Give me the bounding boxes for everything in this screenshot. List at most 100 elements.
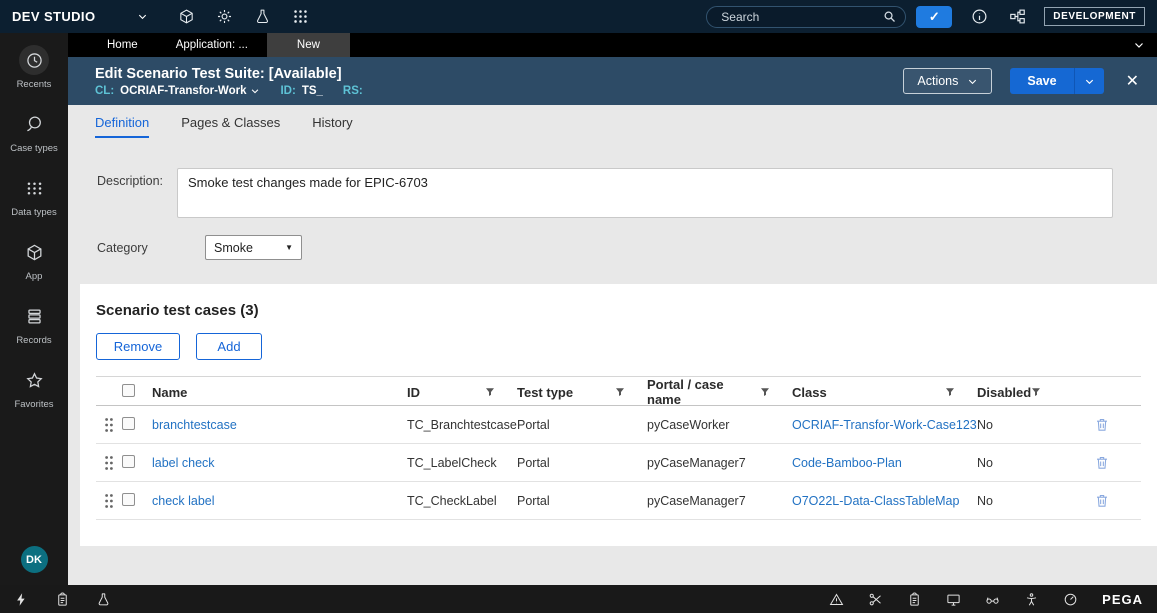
app-title: DEV STUDIO	[12, 9, 96, 24]
rule-header: Edit Scenario Test Suite: [Available] CL…	[68, 57, 1157, 105]
row-checkbox[interactable]	[122, 492, 135, 506]
drag-handle-icon[interactable]	[96, 417, 122, 433]
sidebar-item-favorites[interactable]: Favorites	[0, 365, 68, 410]
delete-row-icon[interactable]	[1063, 492, 1141, 509]
check-icon: ✓	[928, 8, 940, 24]
search-input[interactable]	[706, 5, 907, 28]
clock-icon	[19, 45, 49, 75]
sidebar-item-data-types[interactable]: Data types	[0, 173, 68, 218]
sidebar-item-records[interactable]: Records	[0, 301, 68, 346]
app-menu-button[interactable]: DEV STUDIO	[12, 9, 148, 24]
live-ui-icon[interactable]	[946, 592, 961, 607]
dots-grid-icon	[19, 173, 49, 203]
close-icon[interactable]: ✕	[1122, 71, 1143, 91]
filter-icon[interactable]	[1031, 387, 1041, 397]
apps-grid-icon[interactable]	[286, 5, 314, 29]
delete-row-icon[interactable]	[1063, 454, 1141, 471]
cube-icon	[19, 237, 49, 267]
info-icon[interactable]	[968, 6, 990, 28]
filter-icon[interactable]	[760, 387, 770, 397]
add-button[interactable]: Add	[196, 333, 262, 360]
filter-icon[interactable]	[485, 387, 495, 397]
resources-cube-icon[interactable]	[172, 5, 200, 29]
save-split-button: Save	[1010, 68, 1104, 94]
accessibility-icon[interactable]	[1024, 592, 1039, 607]
rule-body: Description: Smoke test changes made for…	[68, 138, 1157, 585]
drag-handle-icon[interactable]	[96, 493, 122, 509]
row-checkbox[interactable]	[122, 416, 135, 430]
cl-value: OCRIAF-Transfor-Work	[120, 84, 247, 97]
test-case-class-link[interactable]: OCRIAF-Transfor-Work-Case123	[792, 418, 977, 432]
row-checkbox[interactable]	[122, 454, 135, 468]
chevron-down-icon	[969, 79, 977, 84]
lightning-icon[interactable]	[14, 592, 29, 607]
category-label: Category	[97, 241, 148, 255]
chevron-down-icon: ▼	[285, 243, 293, 252]
test-case-class-link[interactable]: O7O22L-Data-ClassTableMap	[792, 494, 977, 508]
filter-icon[interactable]	[615, 387, 625, 397]
drag-handle-icon[interactable]	[96, 455, 122, 471]
table-header-row: Name ID Test type Portal / case name Cla…	[96, 376, 1141, 407]
alerts-warning-icon[interactable]	[829, 592, 844, 607]
lab-flask-icon[interactable]	[96, 592, 111, 607]
test-case-disabled: No	[977, 455, 993, 470]
description-label: Description:	[97, 174, 163, 188]
rule-meta: CL: OCRIAF-Transfor-Work ID: TS_ RS:	[95, 85, 363, 97]
developer-toolbar: PEGA	[0, 585, 1157, 613]
save-dropdown-chevron-icon[interactable]	[1074, 68, 1104, 94]
test-case-name-link[interactable]: branchtestcase	[152, 418, 407, 432]
test-case-class-link[interactable]: Code-Bamboo-Plan	[792, 456, 977, 470]
settings-gear-icon[interactable]	[210, 5, 238, 29]
test-case-id: TC_CheckLabel	[407, 493, 497, 508]
save-button[interactable]: Save	[1010, 68, 1075, 94]
test-case-portal: pyCaseManager7	[647, 493, 746, 508]
id-label: ID:	[280, 84, 296, 97]
chevron-down-icon	[252, 88, 259, 93]
test-case-name-link[interactable]: label check	[152, 456, 407, 470]
actions-button[interactable]: Actions	[903, 68, 993, 94]
class-selector[interactable]: OCRIAF-Transfor-Work	[120, 85, 260, 97]
tab-home[interactable]: Home	[88, 33, 157, 57]
tab-new[interactable]: New	[266, 33, 350, 57]
col-test-type: Test type	[517, 384, 574, 400]
search-icon[interactable]	[882, 9, 897, 24]
tab-definition[interactable]: Definition	[95, 115, 150, 138]
sidebar-item-label: Favorites	[14, 399, 54, 410]
tracer-scissors-icon[interactable]	[868, 592, 883, 607]
sidebar-item-recents[interactable]: Recents	[0, 45, 68, 90]
definition-form: Description: Smoke test changes made for…	[68, 138, 1157, 260]
section-title: Scenario test cases (3)	[96, 302, 259, 319]
clipboard-tool-icon[interactable]	[907, 591, 922, 607]
dev-studio-screen: DEV STUDIO ✓	[0, 0, 1157, 613]
remove-button[interactable]: Remove	[96, 333, 180, 360]
checkmark-button[interactable]: ✓	[916, 5, 953, 28]
table-row: label check TC_LabelCheck Portal pyCaseM…	[96, 444, 1141, 482]
cl-label: CL:	[95, 84, 115, 97]
sidebar-item-app[interactable]: App	[0, 237, 68, 282]
test-case-name-link[interactable]: check label	[152, 494, 407, 508]
lab-flask-icon[interactable]	[248, 5, 276, 29]
tab-application[interactable]: Application: ...	[157, 33, 267, 57]
select-all-checkbox[interactable]	[122, 384, 135, 397]
col-disabled: Disabled	[977, 384, 1032, 400]
description-input[interactable]: Smoke test changes made for EPIC-6703	[177, 168, 1113, 218]
performance-gauge-icon[interactable]	[1063, 592, 1078, 607]
star-icon	[19, 365, 49, 395]
preview-glasses-icon[interactable]	[985, 592, 1000, 607]
tab-overflow-chevron-icon[interactable]	[1133, 33, 1145, 57]
sidebar-item-label: Data types	[11, 207, 57, 218]
filter-icon[interactable]	[945, 387, 955, 397]
sidebar-item-case-types[interactable]: Case types	[0, 109, 68, 154]
user-avatar[interactable]: DK	[20, 546, 48, 573]
category-value: Smoke	[214, 240, 253, 255]
clipboard-icon[interactable]	[55, 591, 70, 607]
tab-pages-classes[interactable]: Pages & Classes	[181, 115, 280, 138]
stack-icon	[19, 301, 49, 331]
topbar-icons	[172, 5, 314, 29]
category-select[interactable]: Smoke ▼	[205, 235, 302, 260]
delete-row-icon[interactable]	[1063, 416, 1141, 433]
page-title: Edit Scenario Test Suite: [Available]	[95, 65, 342, 82]
network-share-icon[interactable]	[1006, 6, 1028, 28]
sidebar-item-label: App	[25, 271, 43, 282]
tab-history[interactable]: History	[312, 115, 352, 138]
